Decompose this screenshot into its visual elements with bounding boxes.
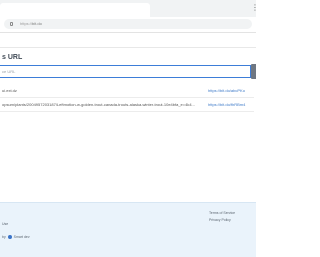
brand-logo-icon xyxy=(7,235,12,240)
footer: Use Terms of Service Privacy Policy by S… xyxy=(0,202,256,257)
url-scheme: https:// xyxy=(20,21,33,26)
original-url: ui.ext.dz xyxy=(2,88,17,93)
footer-text: Use xyxy=(2,222,9,226)
address-bar: https://bit.do xyxy=(0,17,256,33)
short-url-link[interactable]: https://bit.do/fhRBm4 xyxy=(208,100,245,110)
brand-prefix: by xyxy=(2,235,6,239)
row-divider xyxy=(0,97,254,98)
browser-tab-bar: ⋮ xyxy=(0,0,259,18)
row-divider xyxy=(0,111,254,112)
terms-link[interactable]: Terms of Service xyxy=(209,211,235,215)
list-item: ui.ext.dz https://bit.do/abcPKo xyxy=(0,86,256,96)
shorten-button[interactable] xyxy=(251,64,256,79)
list-item: opsum/plants/2004957203187/Leftmotion-w-… xyxy=(0,100,256,110)
lock-icon xyxy=(10,22,13,26)
page-title: s URL xyxy=(2,54,23,61)
privacy-link[interactable]: Privacy Policy xyxy=(209,218,231,222)
url-field[interactable]: https://bit.do xyxy=(4,19,252,29)
header-divider xyxy=(0,47,256,48)
short-url-link[interactable]: https://bit.do/abcPKo xyxy=(208,86,245,96)
long-url-input[interactable]: ce URL xyxy=(0,65,251,78)
brand-credit: by Smart dev xyxy=(2,235,30,240)
browser-tab[interactable] xyxy=(0,3,150,17)
url-host: bit.do xyxy=(32,21,42,26)
brand-name[interactable]: Smart dev xyxy=(14,235,30,239)
original-url: opsum/plants/2004957203187/Leftmotion-w-… xyxy=(2,102,195,107)
kebab-menu-icon[interactable]: ⋮ xyxy=(251,3,259,13)
